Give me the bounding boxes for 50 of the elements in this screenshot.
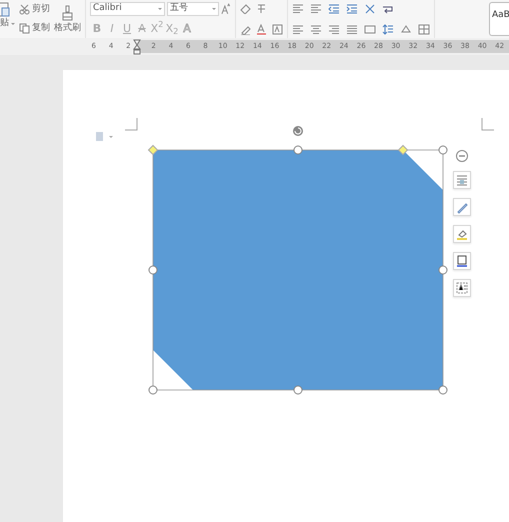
fill-button[interactable] — [453, 225, 471, 243]
caret-icon — [11, 22, 15, 24]
font-family-dropdown[interactable]: Calibri — [90, 2, 166, 16]
text-box-icon — [455, 281, 469, 295]
resize-handle[interactable] — [294, 146, 302, 154]
square-outline-icon — [455, 254, 469, 268]
justify-icon[interactable] — [346, 24, 358, 35]
resize-handle[interactable] — [438, 146, 448, 154]
align-left-icon[interactable] — [292, 24, 304, 35]
margin-corner-mark — [124, 118, 138, 130]
margin-corner-mark — [482, 118, 494, 130]
indent-marker-icon[interactable] — [133, 39, 141, 55]
adjust-handle[interactable] — [148, 144, 158, 156]
align-right-icon[interactable] — [328, 24, 340, 35]
font-grow-icon[interactable] — [221, 2, 231, 14]
text-wrap-icon — [455, 173, 469, 187]
format-painter-button[interactable]: 格式刷 — [54, 0, 81, 38]
resize-handle[interactable] — [148, 266, 158, 274]
scissors-icon — [19, 4, 30, 15]
font-size-dropdown[interactable]: 五号 — [167, 2, 220, 16]
paintbrush-icon — [61, 5, 74, 21]
highlighter-icon[interactable] — [240, 24, 251, 35]
line-spacing-icon[interactable] — [382, 24, 394, 35]
resize-handle[interactable] — [148, 386, 158, 394]
indent-icon[interactable] — [346, 3, 358, 14]
minus-icon — [459, 155, 465, 157]
caret-icon — [212, 8, 216, 10]
pen-button[interactable] — [453, 198, 471, 216]
paste-button[interactable]: 贴 — [0, 0, 15, 38]
copy-button[interactable]: 复制 — [19, 23, 50, 34]
numbered-list-icon[interactable] — [310, 3, 322, 14]
resize-handle[interactable] — [438, 386, 448, 394]
resize-handle[interactable] — [438, 266, 448, 274]
rotate-handle[interactable] — [293, 126, 303, 136]
adjust-handle[interactable] — [398, 144, 408, 156]
char-border-icon[interactable] — [272, 24, 283, 35]
cut-button[interactable]: 剪切 — [19, 4, 50, 15]
outdent-icon[interactable] — [328, 3, 340, 14]
borders-icon[interactable] — [418, 24, 430, 35]
caret-icon — [158, 8, 162, 10]
align-center-icon[interactable] — [310, 24, 322, 35]
style-gallery[interactable]: AaB — [489, 2, 509, 36]
font-color-icon[interactable] — [256, 24, 267, 35]
outline-button[interactable] — [453, 252, 471, 270]
text-box-button[interactable] — [453, 279, 471, 297]
layout-options-button[interactable] — [453, 171, 471, 189]
clipboard-icon — [0, 0, 10, 17]
resize-handle[interactable] — [294, 386, 302, 394]
copy-icon — [19, 23, 30, 34]
bullet-list-icon[interactable] — [292, 3, 304, 14]
